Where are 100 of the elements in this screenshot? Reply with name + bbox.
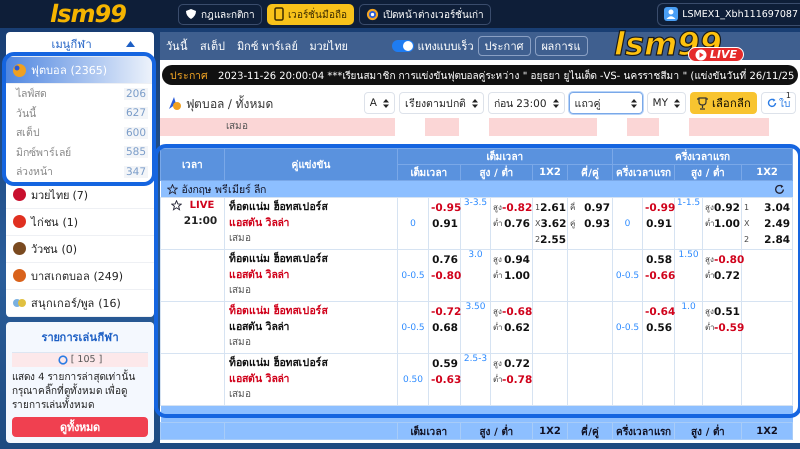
odds-label: สูง (493, 358, 502, 370)
count-badge: 600 (124, 126, 148, 139)
star-icon[interactable] (170, 200, 182, 211)
odds-value[interactable]: 0.56 (645, 320, 672, 336)
odds-label: 2 (535, 234, 540, 246)
live-label: LIVE (190, 200, 214, 211)
submenu-item[interactable]: ล่วงหน้า 347 (6, 162, 154, 182)
draw-label: เสมอ (229, 336, 252, 350)
tab[interactable]: สเต็ป (200, 37, 225, 55)
column-header: เต็มเวลา (398, 164, 460, 180)
odds-value[interactable]: 0.51 (714, 304, 740, 320)
odds-value[interactable]: -0.80 (714, 252, 744, 268)
filter-dropdown[interactable]: A (364, 92, 395, 114)
filter-dropdown[interactable]: เรียงตามปกติ (398, 92, 484, 114)
header-button[interactable]: เปิดหน้าต่างเวอร์ชั่นเก่า (359, 4, 491, 24)
column-header: 1X2 (532, 164, 568, 180)
odds-value[interactable]: 0.72 (714, 268, 740, 284)
odds-value[interactable]: 1.00 (714, 216, 740, 232)
star-icon[interactable] (166, 184, 178, 194)
sport-item[interactable]: มวยไทย (7) (6, 182, 154, 208)
odds-value[interactable]: 1.00 (504, 268, 530, 284)
odds-value[interactable]: 0.93 (584, 216, 610, 232)
odds-value[interactable]: 3.62 (540, 216, 566, 232)
odds-value[interactable]: 0.59 (431, 356, 458, 372)
draw-label: เสมอ (229, 232, 252, 246)
odds-value[interactable]: 2.84 (764, 232, 790, 248)
odds-value[interactable]: 0.62 (504, 320, 530, 336)
odds-value[interactable]: 0.97 (584, 200, 610, 216)
sport-item[interactable]: บาสเกตบอล (249) (6, 262, 154, 290)
odds-value[interactable]: 0.92 (714, 200, 740, 216)
odds-value[interactable]: 0.76 (504, 216, 530, 232)
odds-value[interactable]: -0.64 (645, 304, 672, 320)
odds-value[interactable]: 3.04 (764, 200, 790, 216)
team-name[interactable]: แอสตัน วิลล่า (229, 268, 395, 283)
odds-value[interactable]: 2.55 (540, 232, 566, 248)
column-header: คี่/คู่ (568, 422, 613, 440)
team-name[interactable]: แอสตัน วิลล่า (229, 372, 395, 387)
odds-value[interactable]: -0.72 (431, 304, 458, 320)
team-name[interactable]: แอสตัน วิลล่า (229, 320, 395, 335)
filter-dropdown[interactable]: แถวคู่ (568, 92, 643, 114)
user-badge[interactable]: LSMEX1_Xbh111697087 (657, 2, 800, 26)
submenu-item[interactable]: วันนี้ 627 (6, 104, 154, 123)
total-line: 3.0 (468, 250, 483, 260)
team-name[interactable]: ท็อตแน่ม ฮ็อทสเปอร์ส (229, 252, 395, 268)
odds-value[interactable]: -0.68 (502, 304, 532, 320)
view-all-button[interactable]: ดูทั้งหมด (12, 416, 148, 436)
submenu-item[interactable]: สเต็ป 600 (6, 123, 154, 142)
odds-label: ต่ำ (493, 321, 502, 334)
header-button[interactable]: เวอร์ชั่นมือถือ (267, 4, 354, 24)
sport-item[interactable]: วัวชน (0) (6, 236, 154, 262)
odds-value[interactable]: 0.91 (431, 216, 458, 232)
team-name[interactable]: ท็อตแน่ม ฮ็อทสเปอร์ส (229, 200, 395, 216)
team-name[interactable]: แอสตัน วิลล่า (229, 216, 395, 231)
odds-value[interactable]: -0.78 (502, 372, 532, 388)
sport-item[interactable]: สนุกเกอร์/พูล (16) (6, 290, 154, 316)
league-row[interactable]: อังกฤษ พรีเมียร์ ลีก (160, 180, 793, 198)
shield-icon (185, 8, 197, 20)
odds-value[interactable]: -0.66 (645, 268, 672, 284)
odds-label: คี่ (570, 201, 575, 214)
sport-item[interactable]: ไก่ชน (1) (6, 208, 154, 236)
submenu-label: ล่วงหน้า (16, 165, 53, 180)
handicap-line: 0 (624, 218, 630, 228)
header-button[interactable]: กฎและกติกา (178, 4, 262, 24)
odds-value[interactable]: -0.63 (431, 372, 458, 388)
odds-value[interactable]: 0.72 (504, 356, 530, 372)
odds-label: สูง (705, 202, 714, 214)
odds-value[interactable]: 0.68 (431, 320, 458, 336)
odds-value[interactable]: 2.61 (540, 200, 566, 216)
caret-icon[interactable] (126, 41, 134, 47)
page-title: ฟุตบอล / ทั้งหมด (186, 94, 274, 112)
filter-dropdown[interactable]: ก่อน 23:00 (488, 92, 565, 114)
filter-dropdown[interactable]: MY (646, 92, 686, 114)
odds-value[interactable]: 0.58 (645, 252, 672, 268)
league-button[interactable]: เลือกลีก (690, 92, 757, 114)
team-name[interactable]: ท็อตแน่ม ฮ็อทสเปอร์ส (229, 356, 395, 372)
odds-label: คู่ (570, 218, 575, 230)
tab[interactable]: มวยไทย (310, 37, 348, 55)
logo[interactable]: lsm99 (50, 0, 178, 28)
tab[interactable]: มิกซ์ พาร์เลย์ (237, 37, 298, 55)
tab[interactable]: วันนี้ (166, 37, 188, 55)
odds-value[interactable]: 0.91 (645, 216, 672, 232)
top-button[interactable]: ผลการแ (534, 36, 588, 56)
table-cell (160, 118, 220, 136)
table-cell: เสมอ (220, 118, 395, 136)
odds-value[interactable]: -0.59 (714, 320, 744, 336)
handicap-line: 0-0.5 (401, 322, 425, 332)
team-name[interactable]: ท็อตแน่ม ฮ็อทสเปอร์ส (229, 304, 395, 320)
count-label: 1 (786, 91, 791, 100)
odds-value[interactable]: -0.95 (431, 200, 458, 216)
odds-value[interactable]: -0.82 (502, 200, 532, 216)
odds-value[interactable]: 2.49 (764, 216, 790, 232)
submenu-item[interactable]: มิกซ์พาร์เลย์ 585 (6, 142, 154, 162)
submenu-item[interactable]: ไลฟ์สด 206 (6, 84, 154, 104)
toggle-switch[interactable] (392, 40, 414, 52)
odds-value[interactable]: 0.94 (504, 252, 530, 268)
top-button[interactable]: ประกาศ (478, 36, 530, 56)
odds-value[interactable]: -0.99 (645, 200, 672, 216)
username: LSMEX1_Xbh111697087 (682, 8, 798, 20)
odds-label: สูง (493, 202, 502, 214)
refresh-button[interactable]: ใบ 1 (761, 92, 796, 114)
